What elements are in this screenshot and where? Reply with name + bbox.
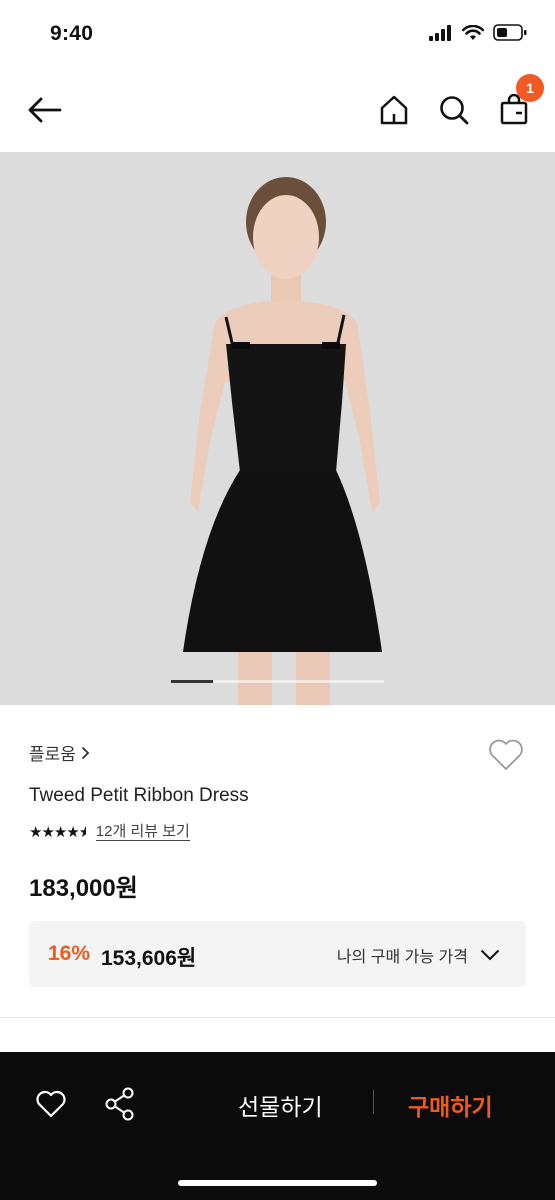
- product-name: Tweed Petit Ribbon Dress: [29, 785, 249, 806]
- heart-outline-icon: [489, 739, 523, 770]
- rating-row: ★★★★★ 12개 리뷰 보기: [29, 823, 190, 841]
- original-price: 183,000원: [29, 875, 138, 902]
- my-price-box[interactable]: 16% 153,606원 나의 구매 가능 가격: [29, 921, 526, 987]
- rating-stars: ★★★★★: [29, 824, 86, 841]
- my-price-toggle[interactable]: 나의 구매 가능 가격: [337, 943, 500, 967]
- wifi-icon: [462, 24, 484, 40]
- cart-button[interactable]: 1: [492, 74, 544, 132]
- home-button[interactable]: [372, 88, 416, 132]
- status-icons: [429, 24, 527, 41]
- search-button[interactable]: [432, 88, 476, 132]
- carousel-indicator-active: [171, 680, 213, 683]
- status-time: 9:40: [50, 22, 94, 45]
- discount-price: 153,606원: [101, 947, 197, 970]
- buy-button[interactable]: 구매하기: [408, 1088, 493, 1122]
- cart-count-badge: 1: [516, 74, 544, 102]
- product-image[interactable]: [0, 152, 555, 705]
- home-icon: [380, 95, 408, 125]
- bottom-action-bar: 선물하기 구매하기: [0, 1052, 555, 1200]
- section-divider: [0, 1017, 555, 1018]
- discount-rate: 16%: [48, 942, 91, 965]
- bottom-wishlist-button[interactable]: [31, 1084, 71, 1124]
- chevron-down-icon: [480, 949, 500, 961]
- bottom-divider: [373, 1090, 374, 1114]
- share-icon: [105, 1087, 134, 1121]
- arrow-left-icon: [28, 97, 62, 123]
- share-button[interactable]: [100, 1084, 140, 1124]
- status-bar: 9:40: [0, 0, 555, 70]
- heart-icon: [36, 1090, 66, 1118]
- chevron-right-icon: [81, 746, 90, 759]
- gift-button[interactable]: 선물하기: [238, 1088, 323, 1122]
- back-button[interactable]: [23, 88, 67, 132]
- brand-link[interactable]: 플로움: [29, 740, 90, 765]
- carousel-indicator: [171, 680, 384, 683]
- battery-icon: [493, 24, 527, 41]
- search-icon: [440, 96, 469, 125]
- my-price-label: 나의 구매 가능 가격: [336, 949, 468, 966]
- top-nav: 1: [0, 70, 555, 152]
- product-photo: [0, 152, 555, 705]
- brand-name: 플로움: [29, 745, 76, 764]
- home-indicator: [178, 1180, 377, 1186]
- review-link[interactable]: 12개 리뷰 보기: [95, 823, 190, 841]
- wishlist-button[interactable]: [486, 735, 526, 775]
- signal-icon: [429, 24, 451, 41]
